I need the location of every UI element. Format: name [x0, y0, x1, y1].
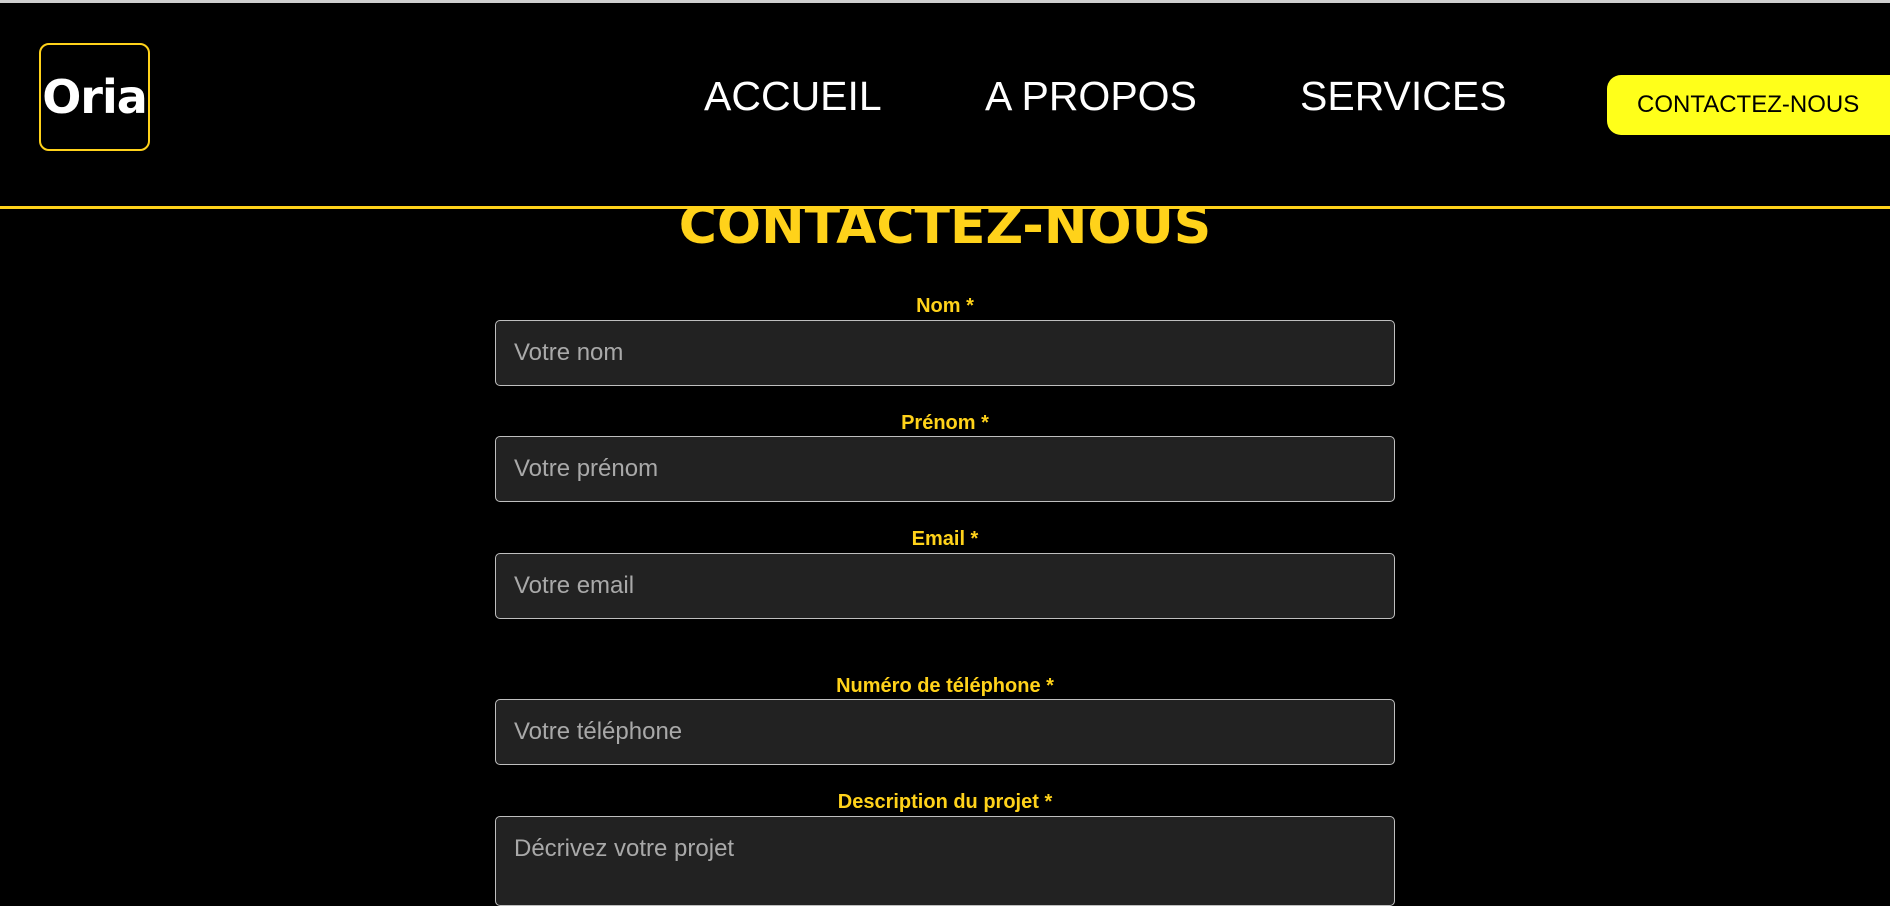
description-label: Description du projet * — [837, 791, 1053, 813]
description-textarea[interactable] — [495, 816, 1395, 906]
nom-label: Nom * — [916, 295, 974, 317]
prenom-input[interactable] — [495, 436, 1395, 502]
prenom-label: Prénom * — [901, 412, 989, 434]
nom-input[interactable] — [495, 320, 1395, 386]
contact-us-button[interactable]: CONTACTEZ-NOUS — [1607, 75, 1890, 135]
email-input[interactable] — [495, 553, 1395, 619]
email-label: Email * — [911, 528, 979, 550]
telephone-label: Numéro de téléphone * — [836, 675, 1054, 697]
site-header: Oria ACCUEIL A PROPOS SERVICES CONTACTEZ… — [0, 3, 1890, 209]
nav-link-accueil[interactable]: ACCUEIL — [704, 73, 882, 120]
nav-link-services[interactable]: SERVICES — [1300, 73, 1507, 120]
nav-link-a-propos[interactable]: A PROPOS — [985, 73, 1197, 120]
telephone-input[interactable] — [495, 699, 1395, 765]
